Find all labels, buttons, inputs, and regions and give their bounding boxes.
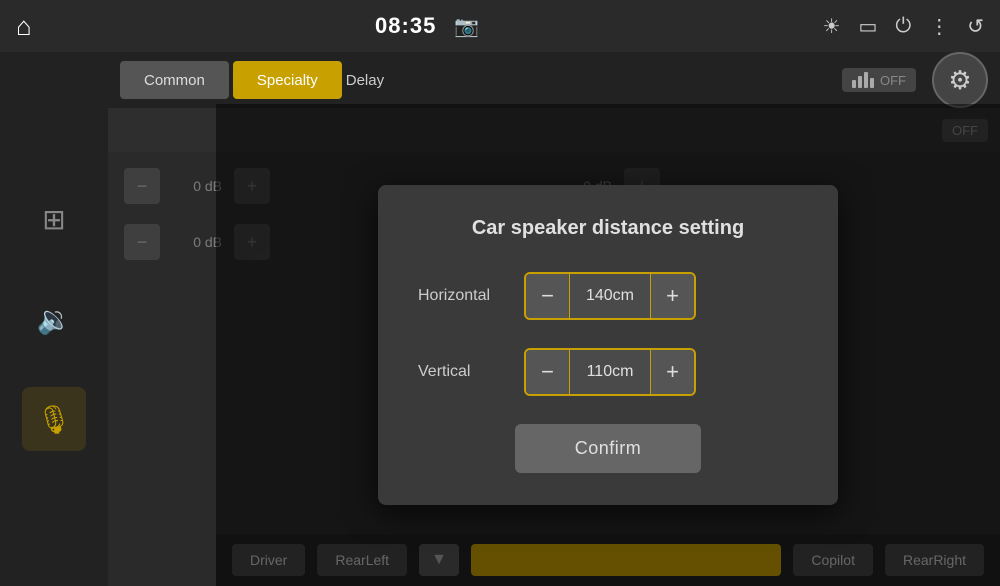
gear-icon: ⚙ bbox=[948, 65, 971, 96]
tab-common[interactable]: Common bbox=[120, 61, 229, 99]
status-bar-center: 08:35 📷 bbox=[375, 13, 479, 39]
volume-icon: 🔉 bbox=[37, 303, 72, 336]
more-icon[interactable]: ⋮ bbox=[929, 14, 949, 39]
vertical-label: Vertical bbox=[418, 363, 508, 381]
horizontal-minus-button[interactable]: − bbox=[526, 274, 570, 318]
status-bar: ⌂ 08:35 📷 ☀ ▭ ⏻ ⋮ ↺ bbox=[0, 0, 1000, 52]
back-icon[interactable]: ↺ bbox=[967, 14, 984, 39]
brightness-icon[interactable]: ☀ bbox=[823, 14, 841, 39]
status-bar-left: ⌂ bbox=[16, 11, 32, 42]
main-content: Common Specialty Delay OFF ⚙ OFF bbox=[108, 52, 1000, 586]
dialog-horizontal-row: Horizontal − 140cm + bbox=[418, 272, 798, 320]
battery-icon: ▭ bbox=[859, 14, 878, 39]
camera-icon[interactable]: 📷 bbox=[454, 14, 479, 39]
gear-button[interactable]: ⚙ bbox=[932, 52, 988, 108]
vertical-value: 110cm bbox=[570, 350, 650, 394]
vertical-control: − 110cm + bbox=[524, 348, 696, 396]
power-icon[interactable]: ⏻ bbox=[895, 15, 911, 38]
toggle-1-button[interactable]: OFF bbox=[842, 68, 916, 92]
horizontal-value: 140cm bbox=[570, 274, 650, 318]
dialog-vertical-row: Vertical − 110cm + bbox=[418, 348, 798, 396]
time-display: 08:35 bbox=[375, 13, 436, 39]
audio-icon: 🎙 bbox=[36, 403, 72, 436]
dialog-overlay: Car speaker distance setting Horizontal … bbox=[216, 104, 1000, 586]
tab-specialty[interactable]: Specialty bbox=[233, 61, 342, 99]
sidebar-equalizer-button[interactable]: ⊞ bbox=[22, 187, 86, 251]
bg-minus-1: − bbox=[124, 168, 160, 204]
delay-toggle-area: OFF bbox=[842, 68, 916, 92]
bg-db-2: 0 dB bbox=[172, 234, 222, 250]
equalizer-icon: ⊞ bbox=[42, 203, 65, 236]
vertical-minus-button[interactable]: − bbox=[526, 350, 570, 394]
toggle-bars-icon bbox=[852, 72, 874, 88]
home-icon[interactable]: ⌂ bbox=[16, 11, 32, 42]
confirm-button[interactable]: Confirm bbox=[515, 424, 702, 473]
bg-minus-2: − bbox=[124, 224, 160, 260]
sidebar-audio-button[interactable]: 🎙 bbox=[22, 387, 86, 451]
tabs-row: Common Specialty Delay OFF ⚙ bbox=[108, 52, 1000, 108]
dialog-title: Car speaker distance setting bbox=[418, 217, 798, 240]
horizontal-control: − 140cm + bbox=[524, 272, 696, 320]
sidebar-volume-button[interactable]: 🔉 bbox=[22, 287, 86, 351]
status-bar-right: ☀ ▭ ⏻ ⋮ ↺ bbox=[823, 14, 984, 39]
horizontal-plus-button[interactable]: + bbox=[650, 274, 694, 318]
left-sidebar: ⊞ 🔉 🎙 bbox=[0, 52, 108, 586]
toggle-1-label: OFF bbox=[880, 73, 906, 88]
horizontal-label: Horizontal bbox=[418, 287, 508, 305]
dialog-box: Car speaker distance setting Horizontal … bbox=[378, 185, 838, 505]
vertical-plus-button[interactable]: + bbox=[650, 350, 694, 394]
tab-delay[interactable]: Delay bbox=[346, 72, 384, 89]
bg-db-1: 0 dB bbox=[172, 178, 222, 194]
